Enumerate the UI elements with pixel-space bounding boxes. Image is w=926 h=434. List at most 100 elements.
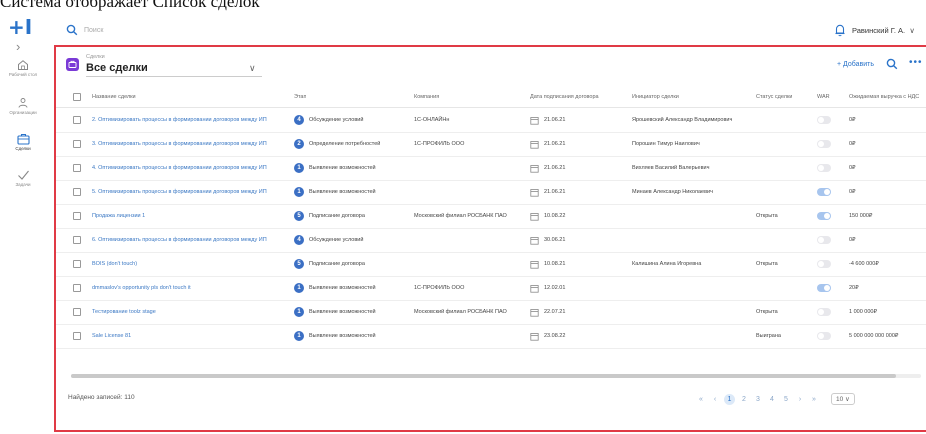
table-row[interactable]: 4. Оптимизировать процессы в формировани… bbox=[56, 156, 926, 181]
horizontal-scrollbar[interactable] bbox=[71, 374, 921, 378]
table-row[interactable]: Sale License 81 1 Выявление возможностей 23… bbox=[56, 324, 926, 349]
stage-number-badge: 1 bbox=[294, 331, 304, 341]
calendar-icon bbox=[530, 284, 539, 293]
row-checkbox[interactable] bbox=[73, 164, 81, 172]
row-checkbox[interactable] bbox=[73, 260, 81, 268]
war-toggle[interactable] bbox=[817, 284, 831, 292]
table-row[interactable]: dmmaslov's opportunity pls don't touch i… bbox=[56, 276, 926, 301]
search-icon[interactable] bbox=[66, 24, 78, 36]
view-crumb: Сделки bbox=[86, 54, 105, 60]
row-checkbox[interactable] bbox=[73, 236, 81, 244]
search-icon[interactable] bbox=[886, 58, 898, 70]
row-checkbox[interactable] bbox=[73, 116, 81, 124]
deal-name-link[interactable]: 5. Оптимизировать процессы в формировани… bbox=[92, 180, 288, 204]
page-button[interactable]: 5 bbox=[779, 396, 793, 403]
stage-label: Определение потребностей bbox=[309, 141, 381, 147]
page-button[interactable]: 4 bbox=[765, 396, 779, 403]
war-toggle[interactable] bbox=[817, 212, 831, 220]
column-header-company[interactable]: Компания bbox=[414, 87, 439, 107]
row-checkbox[interactable] bbox=[73, 284, 81, 292]
war-toggle[interactable] bbox=[817, 116, 831, 124]
row-checkbox[interactable] bbox=[73, 140, 81, 148]
rail-item-organizations[interactable]: Организации bbox=[0, 97, 46, 115]
next-page-button[interactable]: › bbox=[793, 396, 807, 403]
table-row[interactable]: BOIS (don't touch) 5 Подписание договора 10… bbox=[56, 252, 926, 277]
user-menu[interactable]: Равинский Г. А. ∨ bbox=[852, 26, 915, 35]
row-checkbox[interactable] bbox=[73, 332, 81, 340]
bell-icon[interactable] bbox=[834, 23, 846, 37]
table-row[interactable]: Продажа лицензии 1 5 Подписание договора Мо… bbox=[56, 204, 926, 229]
first-page-button[interactable]: « bbox=[694, 396, 708, 403]
table-row[interactable]: 2. Оптимизировать процессы в формировани… bbox=[56, 108, 926, 133]
deal-name-link[interactable]: Тестирование toolz stage bbox=[92, 300, 288, 324]
column-header-date[interactable]: Дата подписания договора bbox=[530, 87, 599, 107]
row-checkbox[interactable] bbox=[73, 212, 81, 220]
stage-cell: 5 Подписание договора bbox=[294, 252, 410, 276]
rail-item-tasks[interactable]: Задачи bbox=[0, 169, 46, 187]
row-checkbox[interactable] bbox=[73, 188, 81, 196]
stage-number-badge: 5 bbox=[294, 259, 304, 269]
stage-number-badge: 1 bbox=[294, 283, 304, 293]
page-size-select[interactable]: 10 ∨ bbox=[831, 393, 855, 405]
rail-item-deals[interactable]: Сделки bbox=[0, 133, 46, 151]
war-toggle[interactable] bbox=[817, 308, 831, 316]
search-input[interactable]: Поиск bbox=[84, 27, 103, 34]
table-row[interactable]: 3. Оптимизировать процессы в формировани… bbox=[56, 132, 926, 157]
initiator-cell bbox=[632, 204, 752, 228]
view-selector-underline bbox=[86, 76, 262, 77]
war-cell bbox=[817, 180, 847, 204]
table-row[interactable]: 5. Оптимизировать процессы в формировани… bbox=[56, 180, 926, 205]
prev-page-button[interactable]: ‹ bbox=[708, 396, 722, 403]
initiator-cell: Минаев Александр Николаевич bbox=[632, 189, 713, 195]
page-button[interactable]: 3 bbox=[751, 396, 765, 403]
deal-name-link[interactable]: Sale License 81 bbox=[92, 324, 288, 348]
war-toggle[interactable] bbox=[817, 260, 831, 268]
column-header-revenue[interactable]: Ожидаемая выручка с НДС bbox=[849, 87, 926, 107]
war-toggle[interactable] bbox=[817, 164, 831, 172]
war-toggle[interactable] bbox=[817, 188, 831, 196]
select-all-checkbox[interactable] bbox=[73, 93, 81, 101]
stage-cell: 4 Обсуждение условий bbox=[294, 228, 410, 252]
table-row[interactable]: 6. Оптимизировать процессы в формировани… bbox=[56, 228, 926, 253]
deal-name-link[interactable]: 4. Оптимизировать процессы в формировани… bbox=[92, 156, 288, 180]
war-toggle[interactable] bbox=[817, 140, 831, 148]
deal-name-link[interactable]: 3. Оптимизировать процессы в формировани… bbox=[92, 132, 288, 156]
logo-icon[interactable]: +I bbox=[8, 15, 32, 39]
chevron-down-icon[interactable]: ∨ bbox=[249, 63, 256, 74]
war-toggle[interactable] bbox=[817, 332, 831, 340]
stage-label: Обсуждение условий bbox=[309, 237, 364, 243]
stage-cell: 1 Выявление возможностей bbox=[294, 276, 410, 300]
war-cell bbox=[817, 108, 847, 132]
column-header-name[interactable]: Название сделки bbox=[92, 87, 136, 107]
status-cell bbox=[756, 228, 814, 252]
deal-name-link[interactable]: dmmaslov's opportunity pls don't touch i… bbox=[92, 276, 288, 300]
page-button-current[interactable]: 1 bbox=[724, 393, 735, 405]
add-deal-button[interactable]: + Добавить bbox=[837, 61, 874, 68]
deal-name-link[interactable]: 2. Оптимизировать процессы в формировани… bbox=[92, 108, 288, 132]
war-toggle[interactable] bbox=[817, 236, 831, 244]
rail-item-desktop[interactable]: Рабочий стол bbox=[0, 59, 46, 77]
war-cell bbox=[817, 156, 847, 180]
deal-name-link[interactable]: Продажа лицензии 1 bbox=[92, 204, 288, 228]
column-header-status[interactable]: Статус сделки bbox=[756, 87, 792, 107]
column-header-war[interactable]: WAR bbox=[817, 87, 830, 107]
deal-name-link[interactable]: BOIS (don't touch) bbox=[92, 252, 288, 276]
stage-label: Выявление возможностей bbox=[309, 189, 376, 195]
scrollbar-thumb[interactable] bbox=[71, 374, 896, 378]
column-header-initiator[interactable]: Инициатор сделки bbox=[632, 87, 679, 107]
deal-name-link[interactable]: 6. Оптимизировать процессы в формировани… bbox=[92, 228, 288, 252]
last-page-button[interactable]: » bbox=[807, 396, 821, 403]
date-cell: 10.08.22 bbox=[530, 204, 628, 228]
page-button[interactable]: 2 bbox=[737, 396, 751, 403]
view-selector[interactable]: Все сделки bbox=[86, 62, 148, 74]
row-checkbox[interactable] bbox=[73, 308, 81, 316]
more-options-icon[interactable]: ••• bbox=[909, 57, 923, 68]
column-header-stage[interactable]: Этап bbox=[294, 87, 306, 107]
expand-chevron-icon[interactable]: › bbox=[16, 39, 20, 54]
date-cell: 21.06.21 bbox=[530, 108, 628, 132]
company-cell bbox=[414, 156, 526, 180]
deals-icon bbox=[16, 133, 30, 145]
revenue-cell: -4 600 000₽ bbox=[849, 261, 879, 267]
stage-cell: 4 Обсуждение условий bbox=[294, 108, 410, 132]
table-row[interactable]: Тестирование toolz stage 1 Выявление возмо… bbox=[56, 300, 926, 325]
